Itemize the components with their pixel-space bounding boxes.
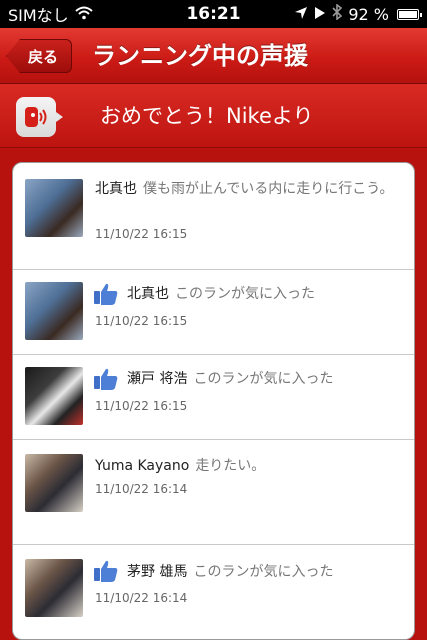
status-bar: SIMなし 16:21 92 % <box>0 0 427 28</box>
avatar <box>25 179 83 237</box>
carrier-label: SIMなし <box>8 6 69 25</box>
user-name: Yuma Kayano <box>95 458 190 474</box>
user-name: 茅野 雄馬 <box>127 564 188 580</box>
message-text: このランが気に入った <box>175 286 315 302</box>
cheer-banner: おめでとう！Nikeより <box>0 84 427 148</box>
navigation-bar: 戻る ランニング中の声援 <box>0 28 427 84</box>
avatar <box>25 367 83 425</box>
avatar <box>25 454 83 512</box>
cheer-list: 北真也 僕も雨が止んでいる内に走りに行こう。 11/10/22 16:15 北真也… <box>12 162 415 640</box>
page-title: ランニング中の声援 <box>92 42 308 70</box>
timestamp: 11/10/22 16:15 <box>95 399 188 413</box>
list-item[interactable]: 北真也 僕も雨が止んでいる内に走りに行こう。 11/10/22 16:15 <box>13 163 414 270</box>
timestamp: 11/10/22 16:15 <box>95 227 188 241</box>
play-icon <box>314 5 326 24</box>
user-name: 北真也 <box>95 181 137 197</box>
back-button[interactable]: 戻る <box>6 39 72 73</box>
like-thumb-icon <box>93 367 119 391</box>
battery-percent: 92 % <box>348 4 389 24</box>
like-thumb-icon <box>93 282 119 306</box>
message-text: 走りたい。 <box>195 458 266 474</box>
user-name: 北真也 <box>127 286 169 302</box>
list-item[interactable]: Yuma Kayano 走りたい。 11/10/22 16:14 <box>13 440 414 545</box>
battery-icon <box>397 8 422 20</box>
list-item[interactable]: 茅野 雄馬 このランが気に入った 11/10/22 16:14 <box>13 545 414 639</box>
timestamp: 11/10/22 16:14 <box>95 482 188 496</box>
wifi-icon <box>75 5 93 24</box>
bluetooth-icon <box>332 3 343 24</box>
list-item[interactable]: 北真也 このランが気に入った 11/10/22 16:15 <box>13 270 414 355</box>
message-text: このランが気に入った <box>193 564 334 580</box>
message-text: このランが気に入った <box>193 371 334 387</box>
timestamp: 11/10/22 16:15 <box>95 314 188 328</box>
like-thumb-icon <box>93 559 119 583</box>
banner-message: おめでとう！Nikeより <box>100 104 314 128</box>
user-name: 瀬戸 将浩 <box>127 371 188 387</box>
cheer-sound-icon <box>16 97 63 137</box>
timestamp: 11/10/22 16:14 <box>95 591 188 605</box>
avatar <box>25 282 83 340</box>
avatar <box>25 559 83 617</box>
location-arrow-icon <box>294 5 308 24</box>
message-text: 僕も雨が止んでいる内に走りに行こう。 <box>143 181 394 197</box>
list-item[interactable]: 瀬戸 将浩 このランが気に入った 11/10/22 16:15 <box>13 355 414 440</box>
